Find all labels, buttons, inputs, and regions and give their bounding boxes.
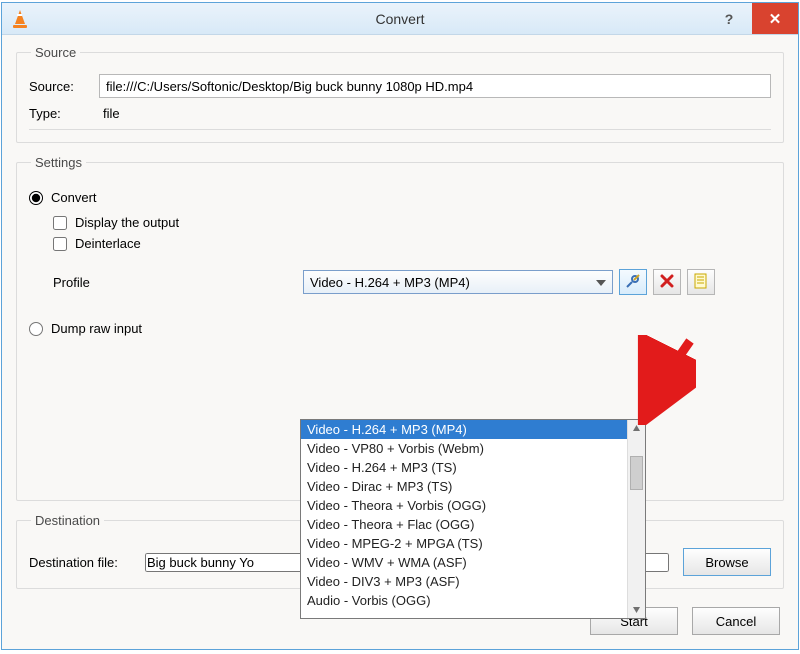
scroll-up-icon[interactable] [628, 420, 645, 437]
settings-legend: Settings [31, 155, 86, 170]
window-body: Source Source: Type: file Settings Conve… [2, 35, 798, 649]
deinterlace-checkbox[interactable]: Deinterlace [53, 236, 771, 251]
wrench-icon [625, 273, 641, 292]
convert-radio[interactable]: Convert [29, 190, 771, 205]
destination-file-label: Destination file: [29, 555, 145, 570]
profile-option[interactable]: Video - MPEG-2 + MPGA (TS) [301, 534, 627, 553]
edit-profile-button[interactable] [619, 269, 647, 295]
divider [29, 129, 771, 130]
type-value: file [103, 106, 120, 121]
profile-option[interactable]: Video - WMV + WMA (ASF) [301, 553, 627, 572]
new-document-icon [694, 273, 708, 292]
source-legend: Source [31, 45, 80, 60]
profile-option[interactable]: Video - H.264 + MP3 (TS) [301, 458, 627, 477]
convert-window: Convert ? ✕ Source Source: Type: file Se… [1, 2, 799, 650]
chevron-down-icon [596, 276, 606, 291]
deinterlace-label: Deinterlace [75, 236, 141, 251]
x-delete-icon [660, 274, 674, 291]
source-group: Source Source: Type: file [16, 45, 784, 143]
profile-label: Profile [53, 275, 303, 290]
display-output-checkbox[interactable]: Display the output [53, 215, 771, 230]
window-title: Convert [2, 11, 798, 27]
dump-raw-label: Dump raw input [51, 321, 142, 336]
profile-dropdown-list[interactable]: Video - H.264 + MP3 (MP4)Video - VP80 + … [300, 419, 646, 619]
window-controls: ? ✕ [706, 3, 798, 34]
source-label: Source: [29, 79, 99, 94]
scroll-down-icon[interactable] [628, 601, 645, 618]
dropdown-scrollbar[interactable] [627, 420, 645, 618]
profile-options-list: Video - H.264 + MP3 (MP4)Video - VP80 + … [301, 420, 627, 618]
vlc-cone-icon [10, 9, 30, 29]
dump-raw-radio-input[interactable] [29, 322, 43, 336]
profile-row: Profile Video - H.264 + MP3 (MP4) [53, 269, 771, 295]
profile-option[interactable]: Audio - Vorbis (OGG) [301, 591, 627, 610]
help-button[interactable]: ? [706, 3, 752, 34]
convert-radio-label: Convert [51, 190, 97, 205]
delete-profile-button[interactable] [653, 269, 681, 295]
cancel-button[interactable]: Cancel [692, 607, 780, 635]
convert-radio-input[interactable] [29, 191, 43, 205]
browse-button[interactable]: Browse [683, 548, 771, 576]
display-output-label: Display the output [75, 215, 179, 230]
display-output-input[interactable] [53, 216, 67, 230]
titlebar: Convert ? ✕ [2, 3, 798, 35]
close-button[interactable]: ✕ [752, 3, 798, 34]
deinterlace-input[interactable] [53, 237, 67, 251]
profile-option[interactable]: Video - Theora + Vorbis (OGG) [301, 496, 627, 515]
profile-option[interactable]: Video - H.264 + MP3 (MP4) [301, 420, 627, 439]
profile-selected-value: Video - H.264 + MP3 (MP4) [310, 275, 470, 290]
source-input[interactable] [99, 74, 771, 98]
profile-option[interactable]: Video - VP80 + Vorbis (Webm) [301, 439, 627, 458]
new-profile-button[interactable] [687, 269, 715, 295]
profile-option[interactable]: Video - Dirac + MP3 (TS) [301, 477, 627, 496]
profile-select[interactable]: Video - H.264 + MP3 (MP4) [303, 270, 613, 294]
destination-legend: Destination [31, 513, 104, 528]
dump-raw-radio[interactable]: Dump raw input [29, 321, 771, 336]
profile-option[interactable]: Video - Theora + Flac (OGG) [301, 515, 627, 534]
scrollbar-thumb[interactable] [630, 456, 643, 490]
type-label: Type: [29, 106, 99, 121]
profile-option[interactable]: Video - DIV3 + MP3 (ASF) [301, 572, 627, 591]
